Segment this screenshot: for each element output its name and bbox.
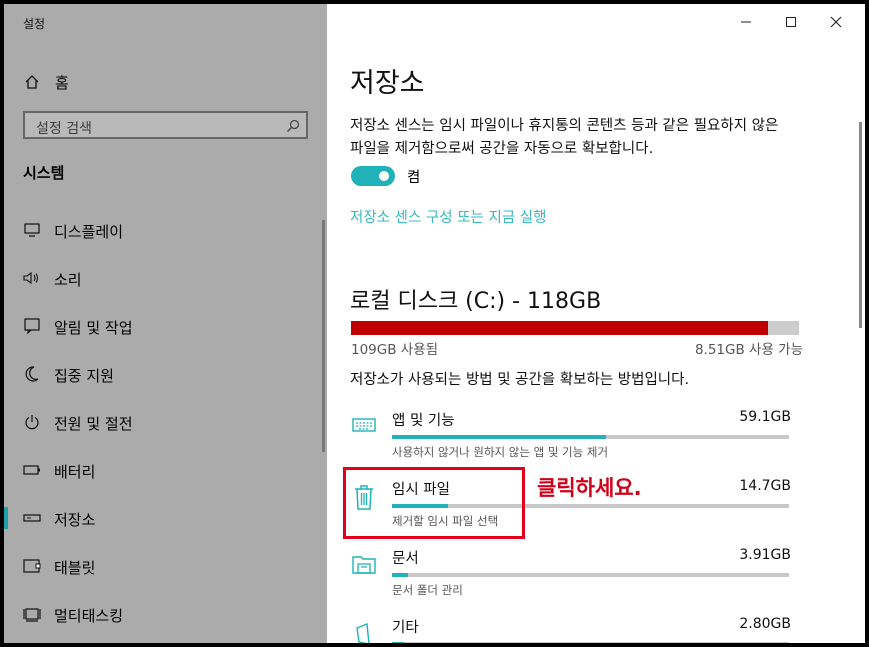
settings-window: 설정 홈 설정 검색 시스템 디스플레이 소리 알림 및 작업 집중 지원 전원…: [4, 4, 865, 643]
home-icon: [23, 73, 41, 91]
sidebar-scrollbar[interactable]: [322, 220, 325, 452]
category-name: 문서: [392, 551, 419, 567]
sidebar-item-label: 알림 및 작업: [54, 319, 133, 337]
storage-explanation: 저장소가 사용되는 방법 및 공간을 확보하는 방법입니다.: [350, 372, 690, 388]
sidebar-item-notifications[interactable]: 알림 및 작업: [4, 304, 327, 348]
category-documents[interactable]: 문서 3.91GB 문서 폴더 관리: [327, 547, 865, 609]
sidebar-item-battery[interactable]: 배터리: [4, 448, 327, 492]
disk-title: 로컬 디스크 (C:) - 118GB: [350, 289, 602, 314]
sidebar-item-label: 저장소: [54, 511, 96, 529]
sidebar-item-storage[interactable]: 저장소: [4, 496, 327, 540]
category-bar-fill: [392, 435, 607, 439]
category-subtext: 사용하지 않거나 원하지 않는 앱 및 기능 제거: [392, 445, 609, 459]
disk-used-label: 109GB 사용됨: [351, 342, 439, 358]
configure-storage-sense-link[interactable]: 저장소 센스 구성 또는 지금 실행: [350, 206, 546, 227]
sidebar-item-label: 배터리: [54, 463, 96, 481]
storage-sense-toggle[interactable]: [351, 166, 395, 186]
keyboard-icon: [351, 413, 377, 443]
category-subtext: 문서 폴더 관리: [392, 583, 463, 597]
click-annotation: 클릭하세요.: [537, 476, 642, 500]
sidebar-item-label: 소리: [54, 271, 82, 289]
sidebar-item-label: 집중 지원: [54, 367, 114, 385]
page-title: 저장소: [350, 68, 425, 99]
other-icon: [351, 620, 377, 643]
category-bar-fill: [392, 642, 404, 643]
category-bar-fill: [392, 573, 408, 577]
category-name: 앱 및 기능: [392, 413, 455, 429]
sidebar-item-focus-assist[interactable]: 집중 지원: [4, 352, 327, 396]
storage-icon: [23, 510, 41, 526]
sidebar-item-multitasking[interactable]: 멀티태스킹: [4, 592, 327, 636]
battery-icon: [23, 462, 41, 478]
sidebar: 설정 홈 설정 검색 시스템 디스플레이 소리 알림 및 작업 집중 지원 전원…: [4, 4, 327, 643]
storage-page: 저장소 저장소 센스는 임시 파일이나 휴지통의 콘텐츠 등과 같은 필요하지 …: [327, 4, 865, 643]
notification-icon: [23, 318, 41, 334]
category-name: 기타: [392, 620, 419, 636]
speaker-icon: [23, 270, 41, 286]
category-size: 14.7GB: [739, 478, 791, 494]
category-size: 3.91GB: [739, 547, 791, 563]
tablet-icon: [23, 558, 41, 574]
highlight-box: [343, 467, 525, 539]
category-other[interactable]: 기타 2.80GB: [327, 616, 865, 643]
sidebar-item-tablet[interactable]: 태블릿: [4, 544, 327, 588]
monitor-icon: [23, 222, 41, 238]
sidebar-item-label: 전원 및 절전: [54, 415, 133, 433]
sidebar-item-label: 디스플레이: [54, 223, 124, 241]
disk-free-label: 8.51GB 사용 가능: [694, 342, 803, 358]
category-size: 59.1GB: [739, 409, 791, 425]
search-icon[interactable]: [286, 118, 300, 137]
section-title: 시스템: [23, 164, 65, 182]
storage-sense-description: 저장소 센스는 임시 파일이나 휴지통의 콘텐츠 등과 같은 필요하지 않은 파…: [350, 118, 779, 157]
toggle-knob: [379, 171, 389, 181]
category-size: 2.80GB: [739, 616, 791, 632]
moon-icon: [23, 366, 41, 382]
sidebar-item-label: 태블릿: [54, 559, 96, 577]
main-scrollbar[interactable]: [859, 122, 862, 328]
selected-indicator: [4, 507, 8, 529]
category-bar: [392, 435, 789, 439]
disk-usage-bar: [351, 321, 799, 335]
category-bar: [392, 573, 789, 577]
sidebar-item-sound[interactable]: 소리: [4, 256, 327, 300]
sidebar-item-label: 멀티태스킹: [54, 607, 124, 625]
sidebar-item-display[interactable]: 디스플레이: [4, 208, 327, 252]
toggle-state-label: 켬: [407, 170, 421, 186]
sidebar-item-power[interactable]: 전원 및 절전: [4, 400, 327, 444]
home-button[interactable]: 홈: [23, 70, 69, 94]
app-title: 설정: [23, 17, 46, 31]
category-bar: [392, 642, 789, 643]
multitasking-icon: [23, 606, 41, 622]
home-label: 홈: [55, 73, 69, 92]
power-icon: [23, 414, 41, 430]
settings-search-input[interactable]: 설정 검색: [23, 111, 308, 139]
disk-usage-fill: [351, 321, 768, 335]
category-apps-features[interactable]: 앱 및 기능 59.1GB 사용하지 않거나 원하지 않는 앱 및 기능 제거: [327, 409, 865, 471]
folder-icon: [351, 551, 377, 581]
search-placeholder: 설정 검색: [36, 121, 92, 137]
